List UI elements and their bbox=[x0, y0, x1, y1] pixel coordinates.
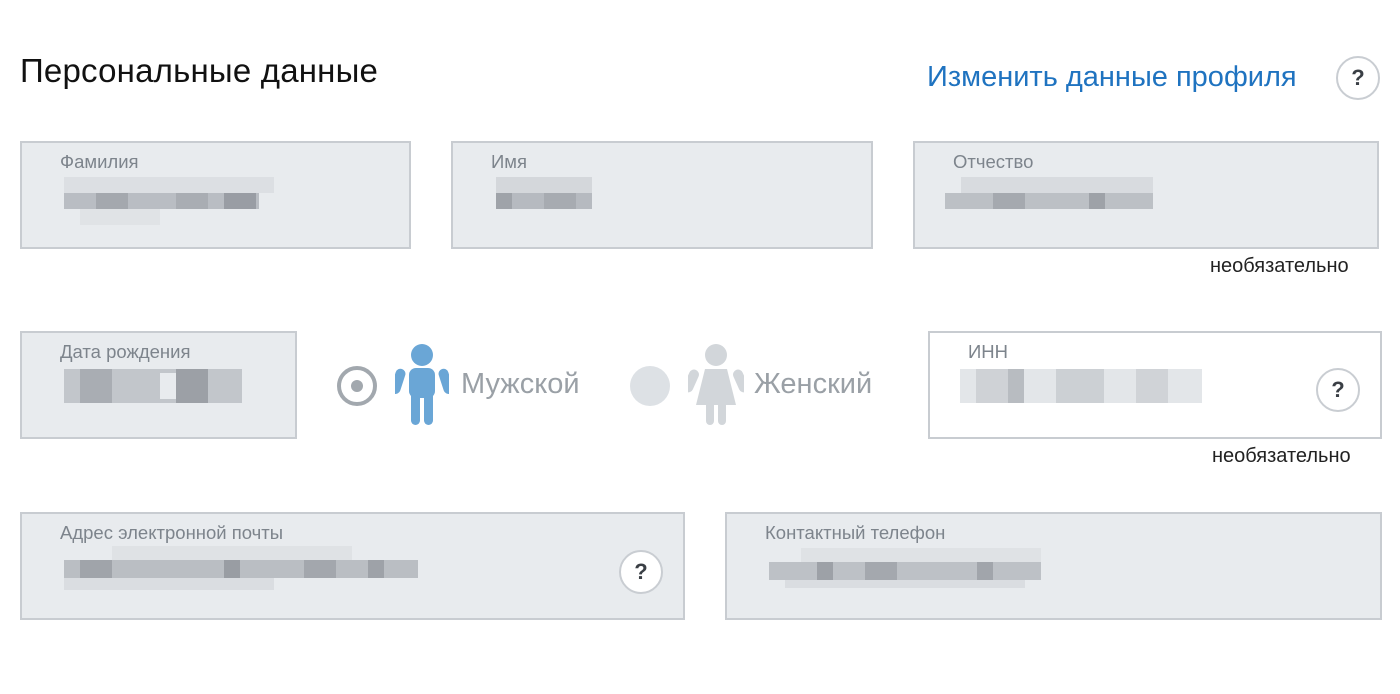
last-name-value-redacted bbox=[64, 177, 274, 227]
phone-label: Контактный телефон bbox=[765, 522, 946, 543]
female-radio[interactable] bbox=[630, 366, 670, 406]
first-name-value-redacted bbox=[496, 177, 592, 211]
question-icon: ? bbox=[1331, 377, 1345, 402]
phone-field[interactable]: Контактный телефон bbox=[725, 512, 1382, 620]
birth-date-value-redacted bbox=[64, 369, 242, 403]
female-label[interactable]: Женский bbox=[754, 368, 872, 401]
phone-value-redacted bbox=[769, 548, 1041, 588]
last-name-field[interactable]: Фамилия bbox=[20, 141, 411, 249]
question-icon: ? bbox=[1351, 65, 1365, 90]
male-figure-icon bbox=[395, 344, 449, 425]
question-icon: ? bbox=[634, 559, 648, 584]
male-label[interactable]: Мужской bbox=[461, 368, 580, 401]
middle-name-field[interactable]: Отчество bbox=[913, 141, 1379, 249]
header-help-button[interactable]: ? bbox=[1336, 56, 1380, 100]
birth-date-field[interactable]: Дата рождения bbox=[20, 331, 297, 439]
email-field[interactable]: Адрес электронной почты ? bbox=[20, 512, 685, 620]
middle-name-value-redacted bbox=[945, 177, 1153, 211]
first-name-label: Имя bbox=[491, 151, 528, 172]
birth-date-label: Дата рождения bbox=[60, 341, 191, 362]
inn-label: ИНН bbox=[968, 341, 1009, 362]
email-label: Адрес электронной почты bbox=[60, 522, 284, 543]
male-radio[interactable] bbox=[337, 366, 377, 406]
edit-profile-link[interactable]: Изменить данные профиля bbox=[927, 61, 1297, 94]
first-name-field[interactable]: Имя bbox=[451, 141, 873, 249]
inn-help-button[interactable]: ? bbox=[1316, 368, 1360, 412]
middle-name-label: Отчество bbox=[953, 151, 1034, 172]
inn-optional-note: необязательно bbox=[1212, 445, 1351, 467]
inn-value-redacted bbox=[960, 369, 1202, 403]
female-figure-icon bbox=[688, 344, 744, 425]
inn-field[interactable]: ИНН ? bbox=[928, 331, 1382, 439]
page-title: Персональные данные bbox=[20, 52, 379, 89]
last-name-label: Фамилия bbox=[60, 151, 139, 172]
email-value-redacted bbox=[64, 546, 418, 590]
middle-name-optional-note: необязательно bbox=[1210, 255, 1349, 277]
email-help-button[interactable]: ? bbox=[619, 550, 663, 594]
